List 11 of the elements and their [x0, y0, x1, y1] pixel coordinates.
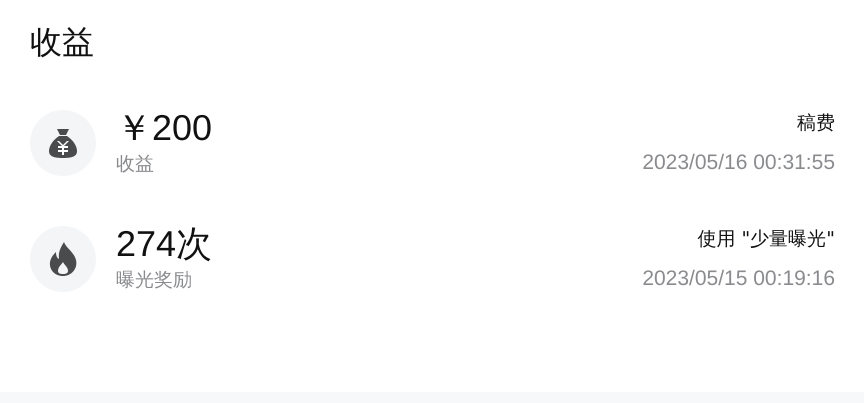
- timestamp: 2023/05/16 00:31:55: [642, 150, 835, 176]
- source-text: 使用 "少量曝光": [697, 227, 835, 252]
- source-text: 稿费: [797, 111, 835, 136]
- record-label: 收益: [116, 152, 154, 177]
- amount-text: ￥200: [116, 108, 212, 148]
- money-bag-icon: [46, 126, 80, 160]
- timestamp: 2023/05/15 00:19:16: [642, 266, 835, 292]
- flame-icon: [48, 241, 78, 277]
- page-title: 收益: [30, 22, 94, 63]
- amount-text: 274次: [116, 224, 212, 264]
- record-label: 曝光奖励: [116, 268, 192, 293]
